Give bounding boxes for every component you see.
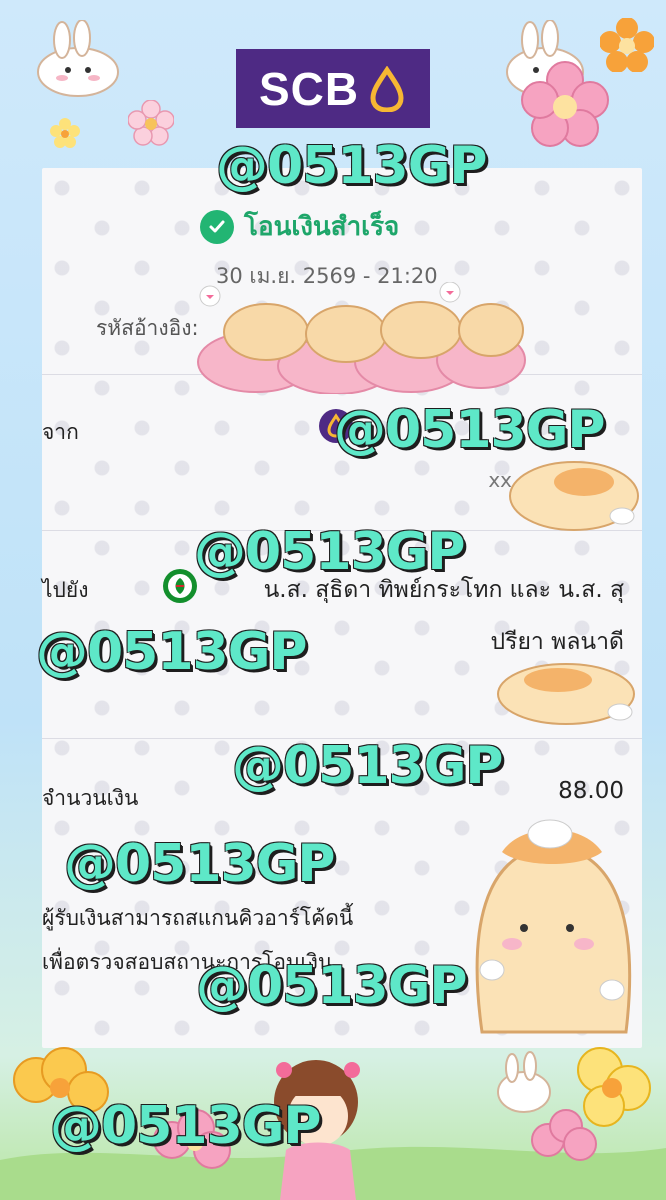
recipient-name-line2: ปรียา พลนาดี <box>490 629 625 655</box>
hamster-sticker-icon <box>197 282 526 394</box>
success-check-icon <box>200 209 234 244</box>
pink-flower-icon <box>521 61 609 147</box>
kbank-badge-icon <box>163 569 197 603</box>
watermark: @0513GP <box>194 522 466 582</box>
orange-flower-icon <box>600 18 654 72</box>
scb-logo: SCB <box>236 49 430 128</box>
watermark: @0513GP <box>334 400 606 460</box>
watermark: @0513GP <box>232 736 504 796</box>
qr-note-line1: ผู้รับเงินสามารถสแกนคิวอาร์โค้ดนี้ <box>42 906 354 930</box>
hamster-sticker-icon <box>497 663 635 725</box>
hamster-sticker-icon <box>509 461 639 531</box>
hamster-sticker-icon <box>475 819 632 1034</box>
watermark: @0513GP <box>216 136 488 196</box>
reference-label: รหัสอ้างอิง: <box>96 316 199 340</box>
scb-mark-icon <box>370 65 404 112</box>
amount-label: จำนวนเงิน <box>42 786 139 810</box>
amount-value: 88.00 <box>558 778 624 804</box>
watermark: @0513GP <box>36 622 308 682</box>
watermark: @0513GP <box>196 956 468 1016</box>
watermark: @0513GP <box>50 1096 322 1156</box>
transfer-status: โอนเงินสำเร็จ <box>200 206 399 247</box>
status-text: โอนเงินสำเร็จ <box>244 212 400 242</box>
to-label: ไปยัง <box>42 578 89 602</box>
watermark: @0513GP <box>64 834 336 894</box>
bunny-sticker-icon <box>37 20 119 97</box>
small-flower-icon <box>50 118 80 148</box>
scb-logo-text: SCB <box>258 62 360 115</box>
receipt-screen: SCB โอนเงินสำเร็จ 30 เม.ย. 2569 - 21:20 … <box>0 0 666 1200</box>
small-flower-icon <box>128 100 174 146</box>
from-label: จาก <box>42 420 79 444</box>
